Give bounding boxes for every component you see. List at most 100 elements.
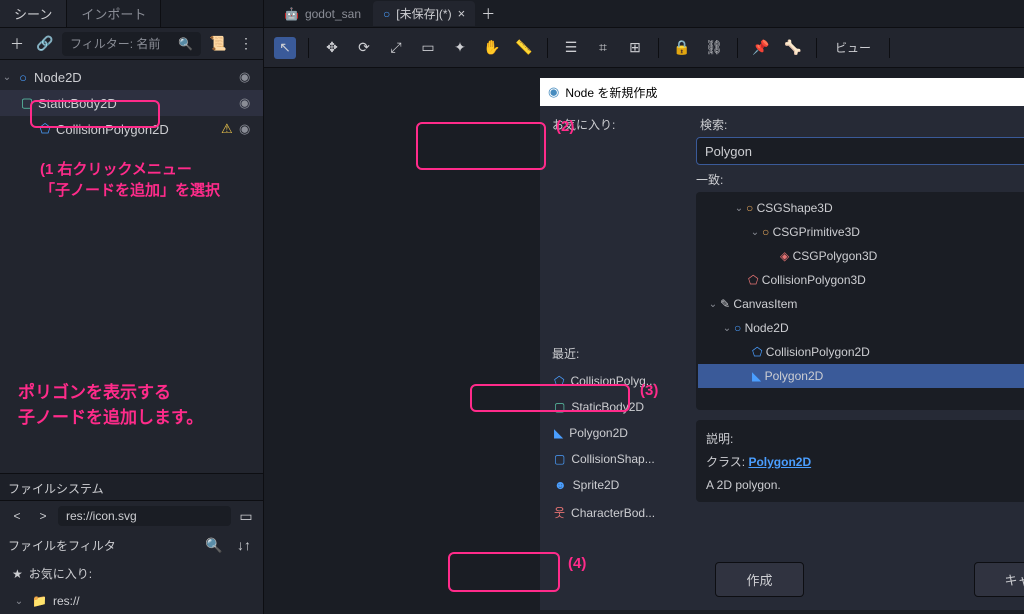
- list-icon[interactable]: ☰: [560, 37, 582, 59]
- sprite-icon: ☻: [554, 478, 567, 492]
- tab-import[interactable]: インポート: [67, 0, 161, 27]
- recent-collisionpolygon[interactable]: ⬠CollisionPolyg...: [552, 370, 686, 392]
- tree-item-staticbody2d[interactable]: ▢ StaticBody2D ◉: [0, 90, 263, 116]
- tab-label: godot_san: [305, 7, 361, 21]
- match-canvasitem[interactable]: ⌄✎ CanvasItem: [698, 292, 1024, 316]
- rotate-tool-icon[interactable]: ⟳: [353, 37, 375, 59]
- search-label: 検索:: [700, 116, 1024, 133]
- file-filter-label: ファイルをフィルタ: [8, 537, 195, 554]
- dialog-left-panel: お気に入り: 最近: ⬠CollisionPolyg... ▢StaticBod…: [552, 116, 686, 546]
- more-icon[interactable]: ⋮: [235, 33, 257, 55]
- search-input[interactable]: [705, 144, 1024, 159]
- res-label: res://: [53, 594, 80, 608]
- sort-icon[interactable]: ↓↑: [233, 534, 255, 556]
- close-tab-icon[interactable]: ×: [458, 6, 466, 21]
- description-box: 説明: クラス: Polygon2D A 2D polygon.: [696, 420, 1024, 502]
- pivot-tool-icon[interactable]: ✦: [449, 37, 471, 59]
- path-row: < > res://icon.svg ▭: [0, 501, 263, 531]
- pin-icon[interactable]: 📌: [750, 37, 772, 59]
- canvas-toolbar: ↖ ✥ ⟳ ⤢ ▭ ✦ ✋ 📏 ☰ ⌗ ⊞ 🔒 ⛓ 📌 🦴 ビュー: [264, 28, 1024, 68]
- favorites-row: ★ お気に入り:: [0, 559, 263, 588]
- scene-filter[interactable]: フィルター: 名前 🔍: [62, 32, 201, 56]
- match-polygon2d[interactable]: ◣ Polygon2D: [698, 364, 1024, 388]
- staticbody-icon: ▢: [18, 95, 36, 111]
- lock-icon[interactable]: 🔒: [671, 37, 693, 59]
- visibility-icon[interactable]: ◉: [239, 69, 257, 85]
- search-row: × ★: [696, 137, 1024, 165]
- tree-item-collisionpolygon2d[interactable]: ⬠ CollisionPolygon2D ⚠ ◉: [0, 116, 263, 142]
- match-label: 一致:: [696, 171, 1024, 188]
- match-csgpolygon3d[interactable]: ◈ CSGPolygon3D: [698, 244, 1024, 268]
- tab-godot-san[interactable]: 🤖 godot_san: [274, 3, 371, 25]
- chevron-down-icon[interactable]: ⌄: [12, 596, 26, 607]
- favorites-label: お気に入り:: [29, 565, 92, 582]
- select-tool-icon[interactable]: ↖: [274, 37, 296, 59]
- tab-scene[interactable]: シーン: [0, 0, 67, 27]
- recent-characterbody[interactable]: 웃CharacterBod...: [552, 500, 686, 525]
- node2d-icon: ○: [14, 70, 32, 85]
- res-row[interactable]: ⌄ 📁 res://: [0, 588, 263, 614]
- path-text: res://icon.svg: [66, 509, 137, 523]
- node2d-label: Node2D: [32, 70, 239, 85]
- snap-icon[interactable]: ⊞: [624, 37, 646, 59]
- ruler-tool-icon[interactable]: 📏: [513, 37, 535, 59]
- star-icon: ★: [12, 567, 23, 581]
- dialog-right-panel: 検索: × ★ 一致: ⌄○ CSGShape3D ⌄○ CSGPrimitiv…: [696, 116, 1024, 546]
- tab-unsaved[interactable]: ○ [未保存](*) ×: [373, 1, 475, 26]
- folder-icon[interactable]: ▭: [235, 505, 257, 527]
- visibility-icon[interactable]: ◉: [239, 95, 257, 111]
- desc-text: A 2D polygon.: [706, 478, 1024, 492]
- bone-icon[interactable]: 🦴: [782, 37, 804, 59]
- cancel-button[interactable]: キャンセル: [974, 562, 1024, 597]
- recent-sprite2d[interactable]: ☻Sprite2D: [552, 474, 686, 496]
- move-tool-icon[interactable]: ✥: [321, 37, 343, 59]
- dialog-titlebar[interactable]: ◉ Node を新規作成 ─ ☐ ✕: [540, 78, 1024, 106]
- body-icon: ▢: [554, 400, 565, 414]
- link-icon[interactable]: 🔗: [34, 33, 56, 55]
- filter-label: フィルター: 名前: [70, 35, 160, 52]
- create-button[interactable]: 作成: [715, 562, 803, 597]
- match-collisionpolygon3d[interactable]: ⬠ CollisionPolygon3D: [698, 268, 1024, 292]
- dialog-title: Node を新規作成: [565, 84, 657, 101]
- pan-tool-icon[interactable]: ✋: [481, 37, 503, 59]
- filesystem-header: ファイルシステム: [0, 473, 263, 501]
- search-icon[interactable]: 🔍: [203, 534, 225, 556]
- class-name-link[interactable]: Polygon2D: [748, 455, 811, 469]
- add-node-icon[interactable]: ＋: [6, 33, 28, 55]
- favorites-label: お気に入り:: [552, 116, 686, 133]
- group-icon[interactable]: ⛓: [703, 37, 725, 59]
- tree-item-node2d[interactable]: ⌄ ○ Node2D ◉: [0, 64, 263, 90]
- match-node2d[interactable]: ⌄○ Node2D: [698, 316, 1024, 340]
- right-area: 🤖 godot_san ○ [未保存](*) × ＋ ↖ ✥ ⟳ ⤢ ▭ ✦ ✋…: [264, 0, 1024, 614]
- file-filter-row: ファイルをフィルタ 🔍 ↓↑: [0, 531, 263, 559]
- staticbody-label: StaticBody2D: [36, 96, 239, 111]
- view-menu[interactable]: ビュー: [829, 39, 877, 56]
- back-icon[interactable]: <: [6, 505, 28, 527]
- recent-polygon2d[interactable]: ◣Polygon2D: [552, 422, 686, 444]
- create-node-dialog: ◉ Node を新規作成 ─ ☐ ✕ お気に入り: 最近: ⬠Collision…: [540, 78, 1024, 610]
- shape-icon: ▢: [554, 452, 565, 466]
- chevron-down-icon[interactable]: ⌄: [0, 72, 14, 83]
- poly-icon: ◣: [554, 426, 563, 440]
- search-icon: 🔍: [178, 37, 193, 51]
- match-csgshape3d[interactable]: ⌄○ CSGShape3D: [698, 196, 1024, 220]
- path-input[interactable]: res://icon.svg: [58, 506, 231, 526]
- recent-staticbody2d[interactable]: ▢StaticBody2D: [552, 396, 686, 418]
- script-icon[interactable]: 📜: [207, 33, 229, 55]
- grid-icon[interactable]: ⌗: [592, 37, 614, 59]
- search-box[interactable]: ×: [696, 137, 1024, 165]
- poly-icon: ⬠: [554, 374, 564, 388]
- warning-icon[interactable]: ⚠: [221, 121, 239, 137]
- forward-icon[interactable]: >: [32, 505, 54, 527]
- class-label: クラス:: [706, 455, 745, 469]
- rect-tool-icon[interactable]: ▭: [417, 37, 439, 59]
- collisionpoly-icon: ⬠: [36, 121, 54, 137]
- script-tabs: 🤖 godot_san ○ [未保存](*) × ＋: [264, 0, 1024, 28]
- match-csgprimitive3d[interactable]: ⌄○ CSGPrimitive3D: [698, 220, 1024, 244]
- scale-tool-icon[interactable]: ⤢: [385, 37, 407, 59]
- recent-label: 最近:: [552, 345, 686, 362]
- add-tab-icon[interactable]: ＋: [477, 3, 499, 25]
- visibility-icon[interactable]: ◉: [239, 121, 257, 137]
- recent-collisionshape[interactable]: ▢CollisionShap...: [552, 448, 686, 470]
- match-collisionpolygon2d[interactable]: ⬠ CollisionPolygon2D: [698, 340, 1024, 364]
